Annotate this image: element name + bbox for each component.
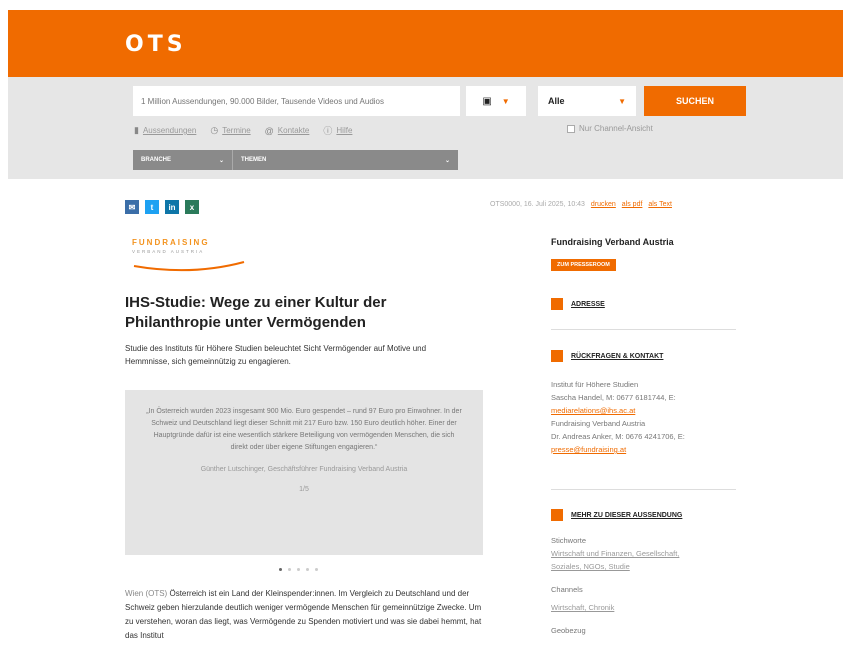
text-link[interactable]: als Text xyxy=(648,201,672,208)
twitter-icon[interactable]: t xyxy=(145,200,159,214)
filter-themen-label: THEMEN xyxy=(241,157,267,163)
category-select-value: Alle xyxy=(548,96,565,106)
section-address[interactable]: ADRESSE xyxy=(551,298,605,310)
linkedin-icon[interactable]: in xyxy=(165,200,179,214)
checkbox-label: Nur Channel-Ansicht xyxy=(579,124,653,133)
contact-line: Dr. Andreas Anker, M: 0676 4241706, E: xyxy=(551,432,685,441)
section-more-label: MEHR ZU DIESER AUSSENDUNG xyxy=(571,511,683,519)
filter-themen[interactable]: THEMEN ⌄ xyxy=(233,150,458,170)
link-hilfe[interactable]: ⓘ Hilfe xyxy=(323,124,352,137)
chevron-down-icon: ⌄ xyxy=(218,157,224,164)
xing-icon[interactable]: x xyxy=(185,200,199,214)
chevron-down-icon: ▼ xyxy=(501,96,510,106)
swoosh-icon xyxy=(133,261,245,272)
article-meta: OTS0000, 16. Juli 2025, 10:43 drucken al… xyxy=(490,201,672,208)
carousel-dots xyxy=(279,568,318,571)
chevron-down-icon: ⌄ xyxy=(444,157,450,164)
square-icon xyxy=(551,298,563,310)
calendar-icon: ▣ xyxy=(482,95,492,107)
link-aussendungen[interactable]: ▮ Aussendungen xyxy=(134,124,196,137)
quote-carousel: „In Österreich wurden 2023 insgesamt 900… xyxy=(125,390,483,555)
date-picker[interactable]: ▣ ▼ xyxy=(466,86,526,116)
contact-line: Institut für Höhere Studien xyxy=(551,380,639,389)
carousel-dot[interactable] xyxy=(297,568,300,571)
share-bar: ✉ t in x xyxy=(125,200,199,214)
search-input[interactable] xyxy=(133,86,460,116)
at-icon: @ xyxy=(264,125,274,136)
link-kontakte[interactable]: @ Kontakte xyxy=(265,124,310,137)
carousel-dot[interactable] xyxy=(288,568,291,571)
channel-view-toggle[interactable]: Nur Channel-Ansicht xyxy=(567,124,653,133)
section-address-label: ADRESSE xyxy=(571,300,605,308)
divider xyxy=(551,489,736,490)
article-body: Wien (OTS) Österreich ist ein Land der K… xyxy=(125,587,485,643)
fundraising-logo[interactable]: FUNDRAISING VERBAND AUSTRIA xyxy=(132,238,252,274)
square-icon xyxy=(551,509,563,521)
article-location: Wien (OTS) xyxy=(125,589,168,598)
search-button[interactable]: SUCHEN xyxy=(644,86,746,116)
sidebar-org: Fundraising Verband Austria xyxy=(551,237,674,247)
sidebar: Fundraising Verband Austria ZUM PRESSERO… xyxy=(551,237,736,635)
more-info: Stichworte Wirtschaft und Finanzen, Gese… xyxy=(551,534,736,637)
divider xyxy=(551,329,736,330)
section-contact[interactable]: RÜCKFRAGEN & KONTAKT xyxy=(551,350,663,362)
link-termine[interactable]: ◷ Termine xyxy=(210,124,250,137)
clock-icon: ◷ xyxy=(210,125,219,135)
article-lead: Studie des Instituts für Höhere Studien … xyxy=(125,344,427,366)
tags-link[interactable]: Soziales, NGOs, Studie xyxy=(551,560,736,573)
section-contact-label: RÜCKFRAGEN & KONTAKT xyxy=(571,352,664,360)
contact-line: Fundraising Verband Austria xyxy=(551,419,646,428)
category-select[interactable]: Alle ▼ xyxy=(538,86,636,116)
contact-email-link[interactable]: mediarelations@ihs.ac.at xyxy=(551,404,736,417)
carousel-dot[interactable] xyxy=(306,568,309,571)
mail-icon[interactable]: ✉ xyxy=(125,200,139,214)
pdf-link[interactable]: als pdf xyxy=(622,201,643,208)
chart-icon: ▮ xyxy=(134,125,139,135)
brand-line2: VERBAND AUSTRIA xyxy=(132,249,205,254)
filter-branche-label: BRANCHE xyxy=(141,157,171,163)
square-icon xyxy=(551,350,563,362)
section-more[interactable]: MEHR ZU DIESER AUSSENDUNG xyxy=(551,509,682,521)
print-link[interactable]: drucken xyxy=(591,201,616,208)
header-bar: OTS xyxy=(8,10,843,77)
pressroom-button[interactable]: ZUM PRESSEROOM xyxy=(551,259,616,271)
filter-bar: BRANCHE ⌄ THEMEN ⌄ xyxy=(133,150,458,170)
search-panel: ▣ ▼ Alle ▼ SUCHEN ▮Aussendungen ◷Termine… xyxy=(8,77,843,179)
contact-email-link[interactable]: presse@fundraising.at xyxy=(551,443,736,456)
checkbox[interactable] xyxy=(567,124,575,133)
quote-author: Günther Lutschinger, Geschäftsführer Fun… xyxy=(200,466,408,473)
carousel-dot[interactable] xyxy=(315,568,318,571)
contact-info: Institut für Höhere Studien Sascha Hande… xyxy=(551,378,736,456)
article-date: OTS0000, 16. Juli 2025, 10:43 xyxy=(490,201,585,208)
ots-logo[interactable]: OTS xyxy=(125,32,187,57)
region-label: Geobezug xyxy=(551,626,586,635)
article-title: IHS-Studie: Wege zu einer Kultur der Phi… xyxy=(125,294,387,331)
filter-branche[interactable]: BRANCHE ⌄ xyxy=(133,150,233,170)
channels-link[interactable]: Wirtschaft, Chronik xyxy=(551,601,736,614)
brand-line1: FUNDRAISING xyxy=(132,238,210,247)
channels-label: Channels xyxy=(551,585,583,594)
tags-label: Stichworte xyxy=(551,536,587,545)
search-type-links: ▮ Aussendungen ◷ Termine @ Kontakte ⓘ Hilfe xyxy=(134,124,352,137)
info-icon: ⓘ xyxy=(323,126,333,136)
contact-line: Sascha Handel, M: 0677 6181744, E: xyxy=(551,393,676,402)
chevron-down-icon: ▼ xyxy=(618,96,626,106)
carousel-dot[interactable] xyxy=(279,568,282,571)
article-body-text: Österreich ist ein Land der Kleinspender… xyxy=(125,589,482,640)
quote-text: „In Österreich wurden 2023 insgesamt 900… xyxy=(146,408,462,451)
tags-link[interactable]: Wirtschaft und Finanzen, Gesellschaft, xyxy=(551,547,736,560)
quote-counter: 1/5 xyxy=(299,486,309,493)
